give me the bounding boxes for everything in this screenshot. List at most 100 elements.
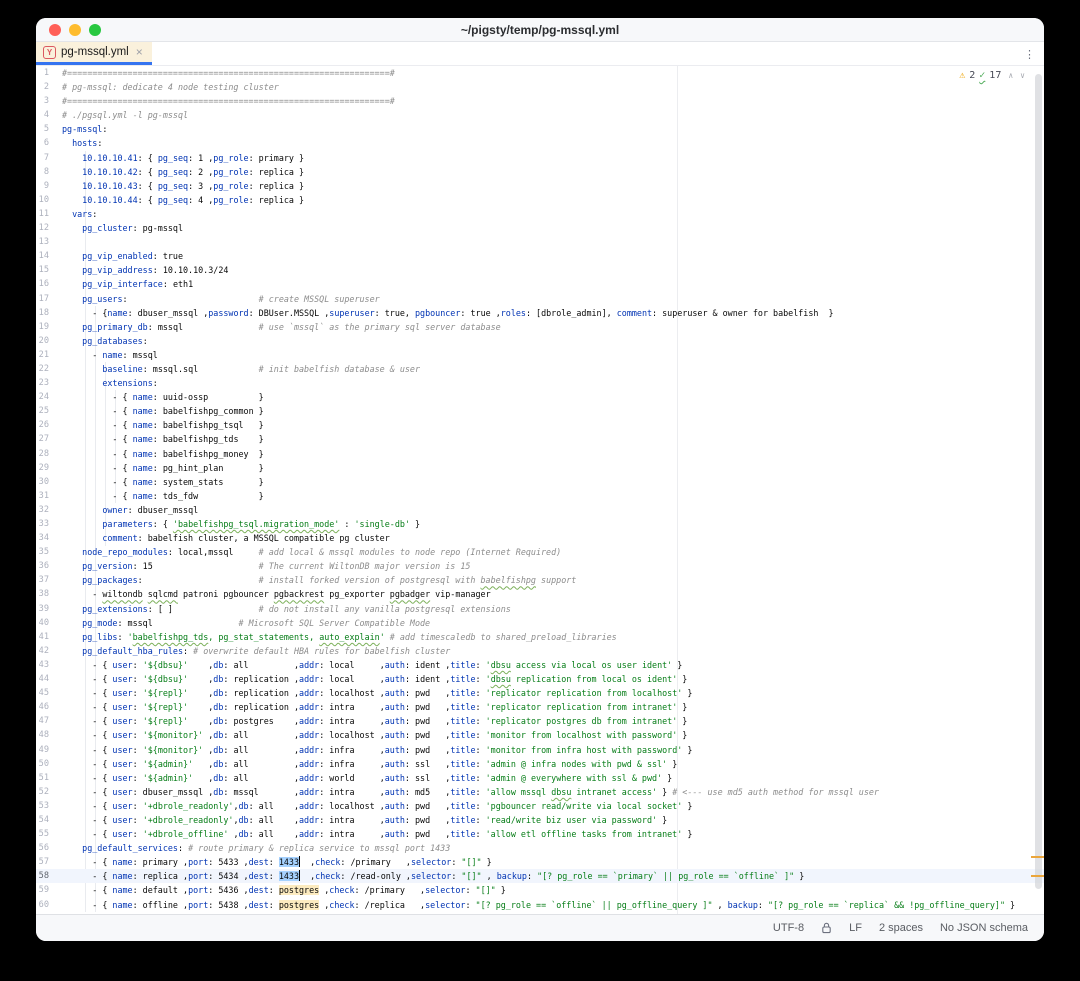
code-line[interactable]: 18 - {name: dbuser_mssql ,password: DBUs…	[36, 306, 1044, 320]
line-number[interactable]: 43	[36, 658, 62, 672]
line-number[interactable]: 11	[36, 207, 62, 221]
code-line[interactable]: 37 pg_packages: # install forked version…	[36, 573, 1044, 587]
line-number[interactable]: 31	[36, 489, 62, 503]
code-line[interactable]: 5pg-mssql:	[36, 122, 1044, 136]
line-number[interactable]: 48	[36, 728, 62, 742]
line-number[interactable]: 30	[36, 475, 62, 489]
code-line[interactable]: 15 pg_vip_address: 10.10.10.3/24	[36, 263, 1044, 277]
code-line[interactable]: 45 - { user: '${repl}' ,db: replication …	[36, 686, 1044, 700]
code-line[interactable]: 7 10.10.10.41: { pg_seq: 1 ,pg_role: pri…	[36, 151, 1044, 165]
code-line[interactable]: 22 baseline: mssql.sql # init babelfish …	[36, 362, 1044, 376]
code-line[interactable]: 41 pg_libs: 'babelfishpg_tds, pg_stat_st…	[36, 630, 1044, 644]
indent-label[interactable]: 2 spaces	[879, 922, 923, 934]
code-line[interactable]: 20 pg_databases:	[36, 334, 1044, 348]
code-line[interactable]: 53 - { user: '+dbrole_readonly',db: all …	[36, 799, 1044, 813]
code-line[interactable]: 46 - { user: '${repl}' ,db: replication …	[36, 700, 1044, 714]
line-number[interactable]: 23	[36, 376, 62, 390]
code-line[interactable]: 23 extensions:	[36, 376, 1044, 390]
code-line[interactable]: 58 - { name: replica ,port: 5434 ,dest: …	[36, 869, 1044, 883]
line-number[interactable]: 20	[36, 334, 62, 348]
code-line[interactable]: 50 - { user: '${admin}' ,db: all ,addr: …	[36, 757, 1044, 771]
line-number[interactable]: 44	[36, 672, 62, 686]
code-line[interactable]: 32 owner: dbuser_mssql	[36, 503, 1044, 517]
line-number[interactable]: 15	[36, 263, 62, 277]
tab-pg-mssql-yml[interactable]: Y pg-mssql.yml ×	[36, 42, 152, 65]
line-number[interactable]: 58	[36, 869, 62, 883]
code-line[interactable]: 2# pg-mssql: dedicate 4 node testing clu…	[36, 80, 1044, 94]
close-window-button[interactable]	[49, 24, 61, 36]
code-line[interactable]: 47 - { user: '${repl}' ,db: postgres ,ad…	[36, 714, 1044, 728]
line-number[interactable]: 18	[36, 306, 62, 320]
code-line[interactable]: 27 - { name: babelfishpg_tds }	[36, 432, 1044, 446]
code-line[interactable]: 17 pg_users: # create MSSQL superuser	[36, 292, 1044, 306]
line-number[interactable]: 27	[36, 432, 62, 446]
line-number[interactable]: 59	[36, 883, 62, 897]
code-line[interactable]: 59 - { name: default ,port: 5436 ,dest: …	[36, 883, 1044, 897]
code-line[interactable]: 1#======================================…	[36, 66, 1044, 80]
code-line[interactable]: 13	[36, 235, 1044, 249]
tab-close-icon[interactable]: ×	[136, 46, 143, 58]
code-line[interactable]: 14 pg_vip_enabled: true	[36, 249, 1044, 263]
code-line[interactable]: 33 parameters: { 'babelfishpg_tsql.migra…	[36, 517, 1044, 531]
code-line[interactable]: 39 pg_extensions: [ ] # do not install a…	[36, 602, 1044, 616]
line-number[interactable]: 34	[36, 531, 62, 545]
line-number[interactable]: 4	[36, 108, 62, 122]
code-line[interactable]: 24 - { name: uuid-ossp }	[36, 390, 1044, 404]
code-line[interactable]: 25 - { name: babelfishpg_common }	[36, 404, 1044, 418]
line-number[interactable]: 3	[36, 94, 62, 108]
code-line[interactable]: 36 pg_version: 15 # The current WiltonDB…	[36, 559, 1044, 573]
line-number[interactable]: 37	[36, 573, 62, 587]
code-line[interactable]: 57 - { name: primary ,port: 5433 ,dest: …	[36, 855, 1044, 869]
code-line[interactable]: 8 10.10.10.42: { pg_seq: 2 ,pg_role: rep…	[36, 165, 1044, 179]
schema-label[interactable]: No JSON schema	[940, 922, 1028, 934]
code-line[interactable]: 38 - wiltondb sqlcmd patroni pgbouncer p…	[36, 587, 1044, 601]
line-number[interactable]: 39	[36, 602, 62, 616]
line-number[interactable]: 1	[36, 66, 62, 80]
code-line[interactable]: 30 - { name: system_stats }	[36, 475, 1044, 489]
line-number[interactable]: 6	[36, 136, 62, 150]
code-line[interactable]: 21 - name: mssql	[36, 348, 1044, 362]
code-line[interactable]: 54 - { user: '+dbrole_readonly',db: all …	[36, 813, 1044, 827]
line-separator-label[interactable]: LF	[849, 922, 862, 934]
editor[interactable]: 1#======================================…	[36, 66, 1044, 914]
code-line[interactable]: 43 - { user: '${dbsu}' ,db: all ,addr: l…	[36, 658, 1044, 672]
line-number[interactable]: 41	[36, 630, 62, 644]
code-line[interactable]: 51 - { user: '${admin}' ,db: all ,addr: …	[36, 771, 1044, 785]
code-line[interactable]: 40 pg_mode: mssql # Microsoft SQL Server…	[36, 616, 1044, 630]
encoding-label[interactable]: UTF-8	[773, 922, 804, 934]
line-number[interactable]: 28	[36, 447, 62, 461]
line-number[interactable]: 54	[36, 813, 62, 827]
line-number[interactable]: 22	[36, 362, 62, 376]
line-number[interactable]: 36	[36, 559, 62, 573]
line-number[interactable]: 9	[36, 179, 62, 193]
line-number[interactable]: 57	[36, 855, 62, 869]
line-number[interactable]: 33	[36, 517, 62, 531]
line-number[interactable]: 55	[36, 827, 62, 841]
line-number[interactable]: 56	[36, 841, 62, 855]
line-number[interactable]: 25	[36, 404, 62, 418]
line-number[interactable]: 51	[36, 771, 62, 785]
line-number[interactable]: 45	[36, 686, 62, 700]
error-stripe-mark[interactable]	[1031, 856, 1044, 858]
code-line[interactable]: 56 pg_default_services: # route primary …	[36, 841, 1044, 855]
line-number[interactable]: 21	[36, 348, 62, 362]
code-line[interactable]: 12 pg_cluster: pg-mssql	[36, 221, 1044, 235]
code-line[interactable]: 26 - { name: babelfishpg_tsql }	[36, 418, 1044, 432]
code-line[interactable]: 16 pg_vip_interface: eth1	[36, 277, 1044, 291]
line-number[interactable]: 52	[36, 785, 62, 799]
line-number[interactable]: 38	[36, 587, 62, 601]
code-line[interactable]: 60 - { name: offline ,port: 5438 ,dest: …	[36, 898, 1044, 912]
code-line[interactable]: 42 pg_default_hba_rules: # overwrite def…	[36, 644, 1044, 658]
line-number[interactable]: 2	[36, 80, 62, 94]
code-line[interactable]: 9 10.10.10.43: { pg_seq: 3 ,pg_role: rep…	[36, 179, 1044, 193]
line-number[interactable]: 8	[36, 165, 62, 179]
line-number[interactable]: 19	[36, 320, 62, 334]
line-number[interactable]: 50	[36, 757, 62, 771]
zoom-window-button[interactable]	[89, 24, 101, 36]
line-number[interactable]: 26	[36, 418, 62, 432]
minimize-window-button[interactable]	[69, 24, 81, 36]
line-number[interactable]: 7	[36, 151, 62, 165]
code-line[interactable]: 3#======================================…	[36, 94, 1044, 108]
code-line[interactable]: 31 - { name: tds_fdw }	[36, 489, 1044, 503]
line-number[interactable]: 32	[36, 503, 62, 517]
